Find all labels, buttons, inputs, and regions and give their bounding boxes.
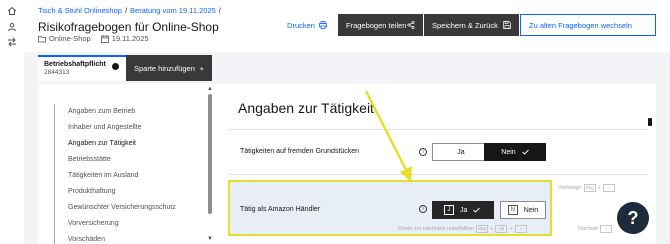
question-label-amazon-haendler: Tätig als Amazon Händler — [240, 206, 321, 213]
nav-item-taetigkeit[interactable]: Angaben zur Tätigkeit — [55, 136, 204, 152]
info-icon[interactable]: i — [419, 205, 427, 213]
hint-next-unfilled: Direkt zur nächsten unbefüllten Strg + Alt… — [398, 225, 527, 233]
nav-item-betrieb[interactable]: Angaben zum Betrieb — [55, 104, 204, 120]
hint-next-label: Nächste — [578, 226, 599, 232]
user-icon[interactable] — [6, 22, 18, 34]
meta-date: 19.11.2025 — [100, 34, 149, 43]
switch-to-old-questionnaire-button[interactable]: Zu alten Fragebogen wechseln — [520, 14, 656, 36]
q1-yes-label: Ja — [457, 148, 465, 156]
questionnaire-panel: Angaben zum Betrieb Inhaber und Angestel… — [38, 84, 656, 244]
page-header: Tisch & Stuhl Onlineshop / Beratung vom 19… — [24, 0, 670, 52]
breadcrumb-separator: / — [124, 6, 128, 15]
hint-next: Nächste ↓ — [578, 225, 613, 233]
key-badge: ↑ — [603, 184, 616, 192]
print-button[interactable]: Drucken — [276, 14, 338, 36]
share-icon — [407, 21, 415, 29]
add-line-button[interactable]: Sparte hinzufügen + — [126, 55, 212, 81]
left-rail — [0, 0, 24, 244]
section-nav: Angaben zum Betrieb Inhaber und Angestel… — [54, 104, 204, 244]
share-questionnaire-button[interactable]: Fragebogen teilen — [338, 14, 423, 36]
tab-betriebshaftpflicht[interactable]: Betriebshaftpflicht 2844313 — [38, 55, 126, 81]
tab-subtitle: 2844313 — [44, 69, 70, 76]
info-icon[interactable]: i — [419, 148, 427, 156]
plus-icon: + — [199, 63, 204, 73]
page: Tisch & Stuhl Onlineshop / Beratung vom 19… — [0, 0, 670, 244]
key-j-badge: J — [444, 205, 454, 215]
hint-previous: Vorherige Strg + ↑ — [558, 184, 616, 192]
key-badge: Strg — [475, 225, 489, 233]
nav-item-vorschaeden[interactable]: Vorschäden — [55, 232, 204, 244]
key-n-badge: N — [507, 205, 518, 215]
page-title: Risikofragebogen für Online-Shop — [38, 20, 219, 34]
question-label-fremde-grundstuecke: Tätigkeiten auf fremden Grundstücken — [240, 148, 360, 155]
home-icon[interactable] — [6, 6, 18, 18]
scroll-down-icon[interactable]: ▼ — [207, 236, 213, 242]
swap-icon[interactable] — [6, 37, 18, 49]
key-badge: ↓ — [514, 225, 527, 233]
help-button[interactable]: ? — [617, 202, 649, 234]
calendar-icon — [100, 34, 109, 43]
printer-icon — [319, 21, 327, 29]
q2-yes-label: Ja — [460, 206, 468, 214]
breadcrumb-separator: / — [218, 6, 221, 15]
meta-date-label: 19.11.2025 — [111, 34, 149, 43]
nav-item-ausland[interactable]: Tätigkeiten im Ausland — [55, 168, 204, 184]
tab-title: Betriebshaftpflicht — [44, 61, 106, 68]
nav-scroll-thumb[interactable] — [208, 94, 212, 214]
section-title: Angaben zur Tätigkeit — [238, 100, 374, 116]
key-badge: Strg — [583, 184, 596, 192]
nav-item-betriebsstaette[interactable]: Betriebsstätte — [55, 152, 204, 168]
nav-item-versicherungsschutz[interactable]: Gewünschter Versicherungsschutz — [55, 200, 204, 216]
nav-item-inhaber[interactable]: Inhaber und Angestellte — [55, 120, 204, 136]
save-icon — [503, 21, 511, 29]
key-badge: ↓ — [600, 225, 613, 233]
status-dot-icon — [112, 63, 119, 70]
q1-no-button[interactable]: Nein — [484, 143, 546, 161]
hint-next-unfilled-label: Direkt zur nächsten unbefüllten — [398, 226, 474, 232]
q2-no-label: Nein — [523, 206, 539, 214]
print-label: Drucken — [287, 20, 315, 30]
share-label: Fragebogen teilen — [346, 20, 407, 30]
old-switch-label: Zu alten Fragebogen wechseln — [529, 20, 632, 30]
main-scroll-thumb[interactable] — [648, 118, 652, 126]
key-badge: Alt — [495, 225, 508, 233]
folder-icon — [38, 35, 46, 42]
q1-yes-button[interactable]: Ja — [432, 143, 490, 161]
save-back-label: Speichern & Zurück — [432, 20, 498, 30]
q1-no-label: Nein — [501, 148, 516, 156]
meta-shop: Online-Shop — [38, 34, 91, 43]
page-meta: Online-Shop 19.11.2025 — [38, 34, 149, 43]
q2-no-button[interactable]: N Nein — [500, 201, 546, 219]
nav-scrollbar[interactable]: ▲ ▼ — [207, 86, 213, 242]
scroll-up-icon[interactable]: ▲ — [207, 86, 213, 92]
checkmark-icon — [521, 149, 529, 155]
checkmark-icon — [473, 207, 481, 213]
header-actions: Drucken Fragebogen teilen Speichern & Zu… — [276, 14, 656, 36]
add-line-label: Sparte hinzufügen — [134, 63, 195, 73]
hint-previous-label: Vorherige — [558, 185, 582, 191]
line-tabs: Betriebshaftpflicht 2844313 Sparte hinzu… — [38, 55, 212, 81]
breadcrumb-item-consultation[interactable]: Beratung vom 19.11.2025 — [130, 6, 216, 15]
divider — [228, 174, 648, 175]
meta-shop-label: Online-Shop — [49, 34, 91, 43]
save-and-back-button[interactable]: Speichern & Zurück — [424, 14, 519, 36]
divider — [228, 129, 648, 130]
nav-item-vorversicherung[interactable]: Vorversicherung — [55, 216, 204, 232]
nav-item-produkthaftung[interactable]: Produkthaftung — [55, 184, 204, 200]
q2-yes-button[interactable]: J Ja — [432, 201, 494, 219]
breadcrumb-item-shop[interactable]: Tisch & Stuhl Onlineshop — [38, 6, 122, 15]
breadcrumb: Tisch & Stuhl Onlineshop / Beratung vom 19… — [38, 6, 224, 15]
